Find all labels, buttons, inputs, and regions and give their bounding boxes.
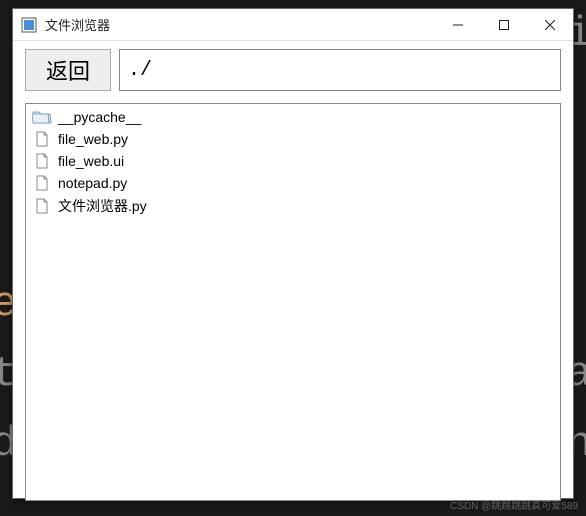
list-item[interactable]: notepad.py [28,172,558,194]
list-item[interactable]: file_web.py [28,128,558,150]
list-item[interactable]: 文件浏览器.py [28,194,558,218]
file-browser-window: 文件浏览器 返回 __pycache__ file_web.py file_web.… [12,8,574,499]
folder-icon [32,108,52,126]
close-icon [545,20,555,30]
file-icon [32,130,52,148]
back-button[interactable]: 返回 [25,49,111,91]
close-button[interactable] [527,9,573,41]
file-icon [32,152,52,170]
minimize-button[interactable] [435,9,481,41]
toolbar: 返回 [13,41,573,99]
list-item[interactable]: file_web.ui [28,150,558,172]
file-name-label: notepad.py [58,175,127,191]
list-item[interactable]: __pycache__ [28,106,558,128]
titlebar: 文件浏览器 [13,9,573,41]
file-list[interactable]: __pycache__ file_web.py file_web.uinotepad… [25,103,561,501]
file-name-label: 文件浏览器.py [58,196,147,216]
watermark: CSDN @跳跳跳跳真可爱589 [450,497,578,512]
path-input[interactable] [119,49,561,91]
window-title: 文件浏览器 [45,15,435,34]
file-name-label: file_web.py [58,131,128,147]
window-controls [435,9,573,41]
file-icon [32,174,52,192]
app-icon [21,17,37,33]
file-icon [32,197,52,215]
file-name-label: file_web.ui [58,153,124,169]
file-name-label: __pycache__ [58,109,141,125]
minimize-icon [453,20,463,30]
maximize-button[interactable] [481,9,527,41]
maximize-icon [499,20,509,30]
